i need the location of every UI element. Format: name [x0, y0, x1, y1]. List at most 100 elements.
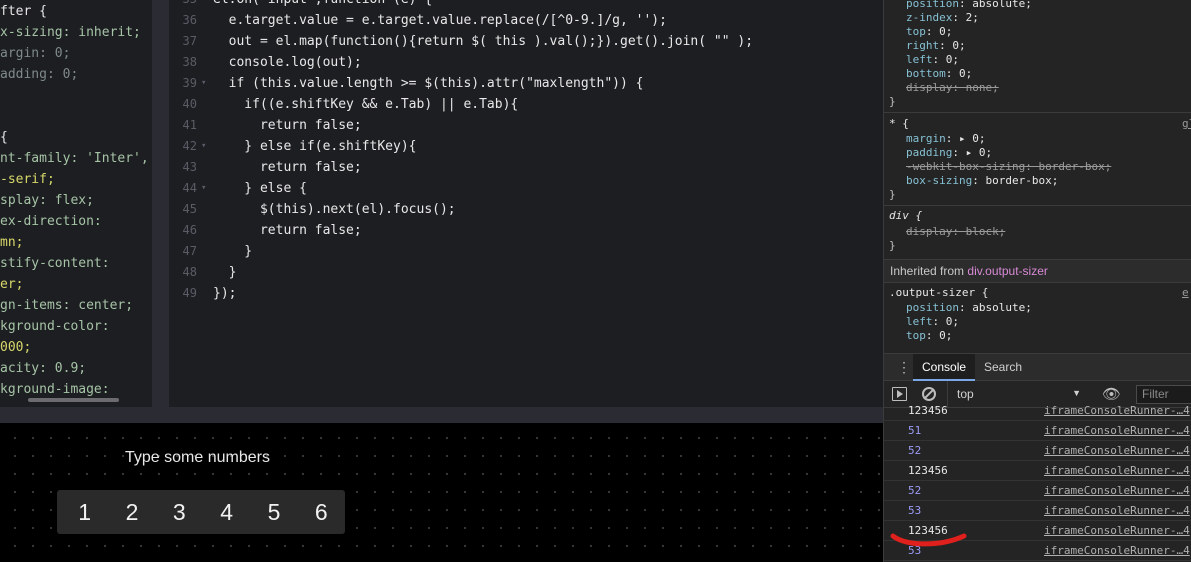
- property-name: top: [906, 329, 926, 342]
- console-source-link[interactable]: iframeConsoleRunner-…4: [1044, 501, 1190, 520]
- console-message-row: 53 iframeConsoleRunner-…4: [884, 541, 1191, 561]
- fold-toggle-icon[interactable]: ▾: [201, 73, 206, 94]
- property-value: block;: [965, 225, 1006, 238]
- console-message-row: 51 iframeConsoleRunner-…4: [884, 421, 1191, 441]
- console-value: 53: [908, 544, 922, 557]
- inherited-label: Inherited from: [890, 264, 965, 278]
- css-code-line: argin: 0;: [0, 46, 71, 61]
- style-declaration[interactable]: box-sizing: border-box;: [906, 174, 1058, 188]
- fold-toggle-icon[interactable]: ▾: [201, 136, 206, 157]
- code-line: return false;: [213, 223, 362, 238]
- fold-toggle-icon[interactable]: ▾: [201, 0, 206, 10]
- console-message-row: 52 iframeConsoleRunner-…4: [884, 441, 1191, 461]
- css-code-line: -serif;: [0, 172, 55, 187]
- prompt-text: Type some numbers: [125, 449, 270, 466]
- style-declaration[interactable]: display: block;: [906, 225, 1005, 239]
- style-declaration[interactable]: top: 0;: [906, 25, 952, 39]
- style-declaration[interactable]: bottom: 0;: [906, 67, 972, 81]
- code-line: });: [213, 286, 237, 301]
- digit-input-group[interactable]: 123456: [57, 490, 345, 534]
- style-declaration[interactable]: padding: ▸ 0;: [906, 146, 992, 160]
- css-horizontal-scrollbar[interactable]: [28, 398, 119, 402]
- style-declaration[interactable]: -webkit-box-sizing: border-box;: [906, 160, 1111, 174]
- console-source-link[interactable]: iframeConsoleRunner-…4: [1044, 461, 1190, 480]
- sidebar-toggle-icon[interactable]: [892, 387, 907, 401]
- style-declaration[interactable]: left: 0;: [906, 315, 959, 329]
- line-number: 43: [182, 160, 197, 174]
- console-value: 123456: [908, 404, 948, 417]
- digit-input[interactable]: 5: [250, 490, 297, 534]
- digit-input[interactable]: 6: [298, 490, 345, 534]
- code-line: $(this).next(el).focus();: [213, 202, 456, 217]
- code-line: if (this.value.length >= $(this).attr("m…: [213, 76, 644, 91]
- tab-search[interactable]: Search: [975, 354, 1031, 381]
- console-source-link[interactable]: iframeConsoleRunner-…4: [1044, 401, 1190, 420]
- style-declaration[interactable]: position: absolute;: [906, 0, 1032, 11]
- css-code-line: adding: 0;: [0, 67, 79, 82]
- digit-input[interactable]: 3: [156, 490, 203, 534]
- console-output: 123456 iframeConsoleRunner-…4 51 iframeCons…: [884, 404, 1191, 562]
- digit-input[interactable]: 1: [61, 490, 108, 534]
- digit-input[interactable]: 4: [203, 490, 250, 534]
- clear-console-icon[interactable]: [922, 387, 936, 401]
- style-declaration[interactable]: position: absolute;: [906, 301, 1032, 315]
- line-number: 35: [169, 0, 197, 10]
- property-value: border-box;: [985, 174, 1059, 187]
- property-value: 0;: [945, 315, 959, 328]
- property-value: ▸ 0;: [965, 146, 993, 159]
- rule-source-link[interactable]: gl: [1182, 117, 1191, 131]
- rule-selector[interactable]: div {: [889, 209, 922, 223]
- code-line: } else {: [213, 181, 307, 196]
- digit-input[interactable]: 2: [108, 490, 155, 534]
- property-name: left: [906, 315, 933, 328]
- console-source-link[interactable]: iframeConsoleRunner-…4: [1044, 441, 1190, 460]
- rule-separator: [884, 112, 1191, 113]
- console-source-link[interactable]: iframeConsoleRunner-…4: [1044, 521, 1190, 540]
- rule-selector[interactable]: .output-sizer {: [889, 286, 988, 300]
- more-options-icon[interactable]: ⋮: [897, 354, 911, 381]
- console-source-link[interactable]: iframeConsoleRunner-…4: [1044, 541, 1190, 560]
- tab-console[interactable]: Console: [913, 354, 976, 381]
- line-number: 40: [182, 97, 197, 111]
- console-value: 52: [908, 484, 922, 497]
- line-number: 48: [182, 265, 197, 279]
- property-value: 0;: [952, 39, 966, 52]
- rule-source-link[interactable]: e: [1182, 286, 1189, 300]
- line-number: 37: [182, 34, 197, 48]
- css-code-line: kground-color:: [0, 319, 110, 334]
- property-name: position: [906, 0, 959, 10]
- property-value: none;: [965, 81, 999, 94]
- code-line: } else if(e.shiftKey){: [213, 139, 417, 154]
- property-name: -webkit-box-sizing: [906, 160, 1026, 173]
- property-name: z-index: [906, 11, 953, 24]
- rule-close-brace: }: [889, 188, 896, 201]
- console-source-link[interactable]: iframeConsoleRunner-…4: [1044, 421, 1190, 440]
- code-line: }: [213, 244, 253, 259]
- style-declaration[interactable]: top: 0;: [906, 329, 952, 343]
- css-editor-pane[interactable]: fter {x-sizing: inherit; argin: 0; adding:…: [0, 0, 152, 407]
- code-line: el.on( input ,function (e) {: [213, 0, 432, 10]
- code-line: out = el.map(function(){return $( this )…: [213, 34, 754, 49]
- line-number: 45: [182, 202, 197, 216]
- css-code-line: kground-image:: [0, 382, 110, 397]
- inherited-element-link[interactable]: div.output-sizer: [967, 264, 1047, 278]
- style-declaration[interactable]: display: none;: [906, 81, 999, 95]
- style-declaration[interactable]: z-index: 2;: [906, 11, 979, 25]
- line-number: 49: [182, 286, 197, 300]
- style-declaration[interactable]: right: 0;: [906, 39, 966, 53]
- js-editor-pane[interactable]: 35 ▾ el.on( input ,function (e) {36 e.targ…: [169, 0, 883, 407]
- property-name: right: [906, 39, 940, 52]
- style-declaration[interactable]: margin: ▸ 0;: [906, 132, 986, 146]
- console-message-row: 123456 iframeConsoleRunner-…4: [884, 521, 1191, 541]
- rule-close-brace: }: [889, 95, 896, 108]
- fold-toggle-icon[interactable]: ▾: [201, 178, 206, 199]
- editor-bottom-resizer[interactable]: [0, 407, 883, 423]
- line-number: 44: [182, 181, 197, 195]
- rule-selector[interactable]: * {: [889, 117, 909, 131]
- pane-resizer[interactable]: [152, 0, 169, 407]
- style-declaration[interactable]: left: 0;: [906, 53, 959, 67]
- css-code-line: nt-family: 'Inter',: [0, 151, 149, 166]
- line-number: 47: [182, 244, 197, 258]
- console-value: 53: [908, 504, 922, 517]
- console-source-link[interactable]: iframeConsoleRunner-…4: [1044, 481, 1190, 500]
